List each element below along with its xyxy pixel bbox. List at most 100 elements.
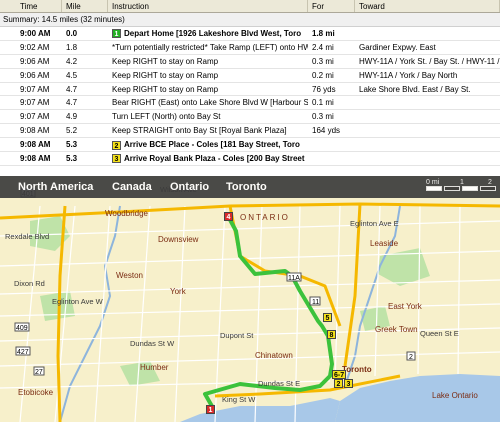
cell-for: 76 yds — [308, 83, 355, 96]
cell-text: 0.2 mi — [312, 70, 334, 80]
route-marker[interactable]: 4 — [224, 212, 233, 221]
cell-text: 5.2 — [66, 126, 78, 136]
cell-time: 9:00 AM — [0, 27, 62, 40]
cell-toward: HWY-11A / York St. / Bay St. / HWY-11 / — [355, 55, 500, 68]
cell-text: 9:07 AM — [20, 84, 50, 94]
direction-row[interactable]: 9:00 AM 0.0 1 Depart Home [1926 Lakeshore B… — [0, 27, 500, 41]
map-label-downsview: Downsview — [158, 235, 199, 244]
direction-row[interactable]: 9:06 AM 4.5 Keep RIGHT to stay on Ramp 0.2 … — [0, 69, 500, 83]
column-header-mile[interactable]: Mile — [62, 0, 108, 12]
route-marker[interactable]: 5 — [323, 313, 332, 322]
shoreline-water — [180, 398, 340, 422]
cell-text: 9:08 AM — [20, 126, 50, 136]
cell-text: 1.8 — [66, 42, 78, 52]
direction-row[interactable]: 9:07 AM 4.7 Keep RIGHT to stay on Ramp 76 y… — [0, 83, 500, 97]
cell-text: 164 yds — [312, 126, 341, 136]
cell-text: Depart Home [1926 Lakeshore Blvd West, T… — [124, 29, 302, 38]
cell-text: Arrive Royal Bank Plaza - Coles [200 Bay… — [124, 154, 305, 164]
cell-for: 164 yds — [308, 124, 355, 137]
route-map[interactable]: 401 427 27 409 11A 11 2 ONTARIO Toronto … — [0, 176, 500, 422]
cell-text: 1.8 mi — [312, 29, 335, 38]
cell-text: 5.3 — [66, 140, 78, 150]
column-header-toward[interactable]: Toward — [355, 0, 500, 12]
map-canvas: 401 427 27 409 11A 11 2 ONTARIO Toronto … — [0, 185, 500, 422]
cell-text: HWY-11A / York St. / Bay St. / HWY-11 / — [359, 56, 500, 66]
cell-text: 5.3 — [66, 154, 78, 164]
cell-text: Gardiner Expwy. East — [359, 42, 436, 52]
cell-mile: 0.0 — [62, 27, 108, 40]
scale-bar-segment — [462, 186, 478, 191]
cell-instruction: Turn LEFT (North) onto Bay St — [108, 110, 308, 123]
map-label-york: York — [170, 287, 187, 296]
cell-time: 9:08 AM — [0, 124, 62, 137]
direction-row[interactable]: 9:08 AM 5.3 2 Arrive BCE Place - Coles [181… — [0, 138, 500, 153]
cell-text: 0.3 mi — [312, 112, 334, 122]
breadcrumb-north-america[interactable]: North America — [18, 181, 93, 193]
direction-row[interactable]: 9:08 AM 5.2 Keep STRAIGHT onto Bay St [Roy… — [0, 124, 500, 139]
column-header-for[interactable]: For — [308, 0, 355, 12]
column-header-instruction[interactable]: Instruction — [108, 0, 308, 12]
cell-mile: 4.2 — [62, 55, 108, 68]
scale-label-start: 0 mi — [426, 179, 440, 186]
direction-row[interactable]: 9:06 AM 4.2 Keep RIGHT to stay on Ramp 0.3 … — [0, 55, 500, 69]
cell-instruction: 2 Arrive BCE Place - Coles [181 Bay Stree… — [108, 138, 308, 151]
map-label-east-york: East York — [388, 302, 423, 311]
cell-instruction: Keep RIGHT to stay on Ramp — [108, 55, 308, 68]
direction-row[interactable]: 9:02 AM 1.8 *Turn potentially restricted* … — [0, 41, 500, 55]
breadcrumb-ontario[interactable]: Ontario — [170, 181, 209, 193]
cell-mile: 4.5 — [62, 69, 108, 82]
breadcrumb-toronto[interactable]: Toronto — [226, 181, 267, 193]
cell-for: 0.2 mi — [308, 69, 355, 82]
stop-number-badge: 3 — [112, 154, 121, 164]
cell-for: 0.3 mi — [308, 55, 355, 68]
map-label-humber: Humber — [140, 363, 169, 372]
scale-bar-segment — [480, 186, 496, 191]
map-label-eglinton-w: Eglinton Ave W — [52, 297, 104, 306]
cell-toward: Gardiner Expwy. East — [355, 41, 500, 54]
cell-mile: 4.7 — [62, 96, 108, 109]
map-label-dupont: Dupont St — [220, 331, 254, 340]
directions-panel: Time Mile Instruction For Toward Summary… — [0, 0, 500, 176]
cell-text: 0.3 mi — [312, 56, 334, 66]
direction-row[interactable]: 9:07 AM 4.7 Bear RIGHT (East) onto Lake Sh… — [0, 96, 500, 111]
route-marker[interactable]: 6-7 — [332, 370, 347, 379]
cell-text: 9:02 AM — [20, 42, 50, 52]
cell-toward — [355, 27, 500, 40]
cell-text: 4.7 — [66, 98, 78, 108]
scale-label-mid: 1 — [460, 179, 464, 186]
cell-text: 0.1 mi — [312, 98, 334, 108]
cell-instruction: Keep STRAIGHT onto Bay St [Royal Bank Pl… — [108, 124, 308, 137]
cell-text: 9:07 AM — [20, 98, 50, 108]
cell-for: 1.8 mi — [308, 27, 355, 40]
route-marker[interactable]: 8 — [327, 330, 336, 339]
cell-for: 0.1 mi — [308, 96, 355, 109]
shield-11: 11 — [312, 299, 319, 306]
cell-text: Lake Shore Blvd. East / Bay St. — [359, 84, 471, 94]
route-marker[interactable]: 1 — [206, 405, 215, 414]
cell-text: *Turn potentially restricted* Take Ramp … — [112, 42, 308, 52]
cell-text: Keep RIGHT to stay on Ramp — [112, 84, 219, 94]
cell-time: 9:06 AM — [0, 69, 62, 82]
cell-mile: 5.3 — [62, 152, 108, 165]
cell-text: 4.7 — [66, 84, 78, 94]
cell-mile: 5.2 — [62, 124, 108, 137]
cell-for: 2.4 mi — [308, 41, 355, 54]
cell-instruction: 3 Arrive Royal Bank Plaza - Coles [200 Ba… — [108, 152, 308, 165]
direction-row[interactable]: 9:07 AM 4.9 Turn LEFT (North) onto Bay St 0… — [0, 110, 500, 125]
route-marker[interactable]: 2 — [334, 379, 343, 388]
map-label-eglinton-e: Eglinton Ave E — [350, 219, 399, 228]
map-label-woodbridge: Woodbridge — [105, 209, 149, 218]
cell-time: 9:07 AM — [0, 83, 62, 96]
cell-text: 4.9 — [66, 112, 78, 122]
cell-toward — [355, 152, 500, 165]
shield-27: 27 — [35, 369, 43, 376]
scale-label-end: 2 — [488, 179, 492, 186]
direction-row[interactable]: 9:08 AM 5.3 3 Arrive Royal Bank Plaza - Col… — [0, 152, 500, 166]
route-marker[interactable]: 3 — [344, 379, 353, 388]
cell-text: Keep STRAIGHT onto Bay St [Royal Bank Pl… — [112, 126, 287, 136]
breadcrumb-canada[interactable]: Canada — [112, 181, 152, 193]
map-label-ontario: ONTARIO — [240, 213, 290, 222]
column-header-time[interactable]: Time — [0, 0, 62, 12]
map-label-etobicoke: Etobicoke — [18, 388, 54, 397]
cell-time: 9:07 AM — [0, 96, 62, 109]
